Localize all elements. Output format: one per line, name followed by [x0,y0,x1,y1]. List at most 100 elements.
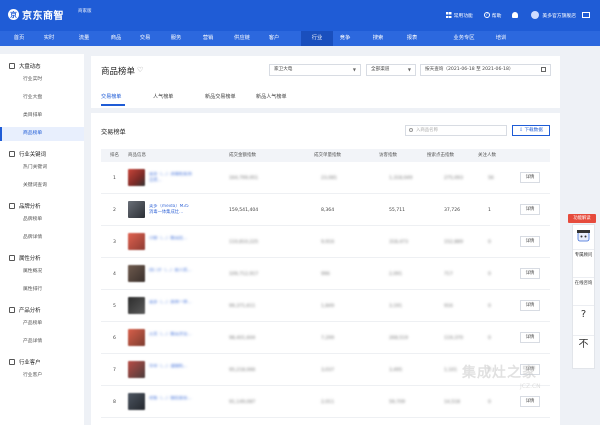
group-icon [9,203,15,209]
product-name-link[interactable]: 方太（...）集成烹饪... [149,332,194,345]
sidebar-group-5[interactable]: 行业客户 [9,358,41,366]
sidebar-group-4[interactable]: 产品分析 [9,306,41,314]
sidebar-group-label: 属性分析 [19,256,41,262]
follows-cell: 1 [488,208,491,213]
logo-badge: 商家版 [78,9,92,14]
rank-cell: 8 [113,400,116,405]
online-consult-button[interactable]: 在线咨询 [573,277,594,287]
download-data-button[interactable]: ⇩ 下载数据 [512,125,550,136]
nav-item-10[interactable]: 竞争 [331,31,359,46]
product-thumbnail[interactable] [128,329,145,346]
card-title: 交易榜单 [101,129,126,136]
product-thumbnail[interactable] [128,393,145,410]
detail-button[interactable]: 详情 [520,332,540,343]
nav-item-6[interactable]: 营销 [193,31,223,46]
sidebar-item-5-0[interactable]: 行业客户 [0,369,84,383]
nav-item-8[interactable]: 客户 [259,31,289,46]
store-account[interactable]: 美多官方旗舰店 [531,11,590,19]
detail-button[interactable]: 详情 [520,396,540,407]
product-thumbnail[interactable] [128,201,145,218]
product-thumbnail[interactable] [128,169,145,186]
product-thumbnail[interactable] [128,265,145,282]
product-name-link[interactable]: 美多（...）消毒柜家用立式... [149,172,194,185]
sidebar-item-0-3[interactable]: 商品榜单 [0,127,84,141]
sidebar-item-0-2[interactable]: 类目排单 [0,109,84,123]
product-name-link[interactable]: 华帝（...）油烟机... [149,364,194,377]
nav-item-7[interactable]: 供应链 [225,31,259,46]
detail-button[interactable]: 详情 [520,236,540,247]
detail-button[interactable]: 详情 [520,204,540,215]
detail-button[interactable]: 详情 [520,300,540,311]
nav-item-1[interactable]: 实时 [34,31,64,46]
nav-item-4[interactable]: 交易 [131,31,159,46]
page-header: 商品榜单 ♡ 家卫大电 ▼ 全部渠道 ▼ 按天查询（2021-06-18 至 202… [91,56,560,108]
sidebar-group-3[interactable]: 属性分析 [9,254,41,262]
detail-button[interactable]: 详情 [520,172,540,183]
product-thumbnail[interactable] [128,361,145,378]
sidebar-item-2-1[interactable]: 品牌详情 [0,231,84,245]
mail-icon[interactable] [582,12,590,18]
sidebar-item-4-0[interactable]: 产品榜单 [0,317,84,331]
column-header-4[interactable]: 访客指数 [379,149,397,162]
tab-3[interactable]: 新品人气榜单 [256,93,287,100]
notification-button[interactable] [512,12,520,18]
nav-item-5[interactable]: 服务 [161,31,191,46]
product-thumbnail[interactable] [128,297,145,314]
column-header-6[interactable]: 关注人数 [478,149,496,162]
nav-item-3[interactable]: 商品 [101,31,131,46]
nav-item-2[interactable]: 流量 [70,31,98,46]
detail-button[interactable]: 详情 [520,268,540,279]
search-click-index-cell: 119,370 [444,336,463,341]
category-select[interactable]: 家卫大电 ▼ [269,64,361,76]
column-header-2[interactable]: 成交金额指数 [229,149,256,162]
sidebar-item-3-1[interactable]: 属性排行 [0,283,84,297]
product-name-link[interactable]: 老板（...）烟灶套装... [149,396,194,409]
sidebar-group-0[interactable]: 大盘动态 [9,62,41,70]
tab-0[interactable]: 交易榜单 [101,93,121,100]
table-row: 2 美多（meida）M35 消毒一体集成灶... 159,541,404 8,364… [101,195,550,226]
exclusive-advisor-button[interactable]: 专属顾问 [573,249,594,259]
back-to-top-button[interactable]: 不 [573,335,594,351]
help-question-button[interactable]: ? [573,305,594,321]
channel-select[interactable]: 全部渠道 ▼ [366,64,416,76]
product-name-link[interactable]: 小厨（...）集成灶... [149,236,194,249]
nav-item-0[interactable]: 首页 [5,31,33,46]
column-header-3[interactable]: 成交单量指数 [314,149,341,162]
sidebar-item-0-0[interactable]: 行业实时 [0,73,84,87]
sidebar-item-4-1[interactable]: 产品详情 [0,335,84,349]
product-name-link[interactable]: 美多（...）蒸烤一体... [149,300,194,313]
nav-item-14[interactable]: 培训 [486,31,516,46]
amount-index-cell: 99,371,611 [229,304,256,309]
feature-guide-tag[interactable]: 功能解读 [568,214,596,223]
common-functions-button[interactable]: 常用功能 [445,12,473,19]
sidebar-item-2-0[interactable]: 品牌榜单 [0,213,84,227]
sidebar-item-0-1[interactable]: 行业大盘 [0,91,84,105]
nav-item-9[interactable]: 行业 [301,31,333,46]
sidebar-item-3-0[interactable]: 属性概况 [0,265,84,279]
product-search-input[interactable]: 入商品名称 [405,125,507,136]
orders-index-cell: 3,037 [321,368,335,373]
tab-2[interactable]: 新品交易榜单 [205,93,236,100]
date-range-picker[interactable]: 按天查询（2021-06-18 至 2021-06-18） [420,64,551,76]
sidebar-item-1-0[interactable]: 热门关键词 [0,161,84,175]
sidebar-item-1-1[interactable]: 关键词查询 [0,179,84,193]
nav-item-12[interactable]: 报表 [397,31,427,46]
rank-cell: 2 [113,208,116,213]
search-click-index-cell: 916 [444,304,453,309]
favorite-heart-icon[interactable]: ♡ [137,66,143,74]
jd-logo-icon: 京 [8,9,19,20]
nav-item-13[interactable]: 业务专区 [442,31,486,46]
tab-1[interactable]: 人气榜单 [153,93,173,100]
sidebar-group-2[interactable]: 品牌分析 [9,202,41,210]
visitors-index-cell: 55,711 [389,208,406,213]
product-thumbnail[interactable] [128,233,145,250]
assistant-robot-icon[interactable] [576,228,591,244]
help-button[interactable]: ? 帮助 [483,12,501,19]
logo[interactable]: 京 京东商智 [8,7,64,22]
visitors-index-cell: 1,318,049 [389,176,413,181]
sidebar-group-1[interactable]: 行业关键词 [9,150,46,158]
product-name-link[interactable]: 西门子（...）嵌入式... [149,268,194,281]
nav-item-11[interactable]: 搜索 [364,31,392,46]
column-header-5[interactable]: 搜索点击指数 [427,149,454,162]
product-name-link[interactable]: 美多（meida）M35 消毒一体集成灶... [149,204,194,217]
